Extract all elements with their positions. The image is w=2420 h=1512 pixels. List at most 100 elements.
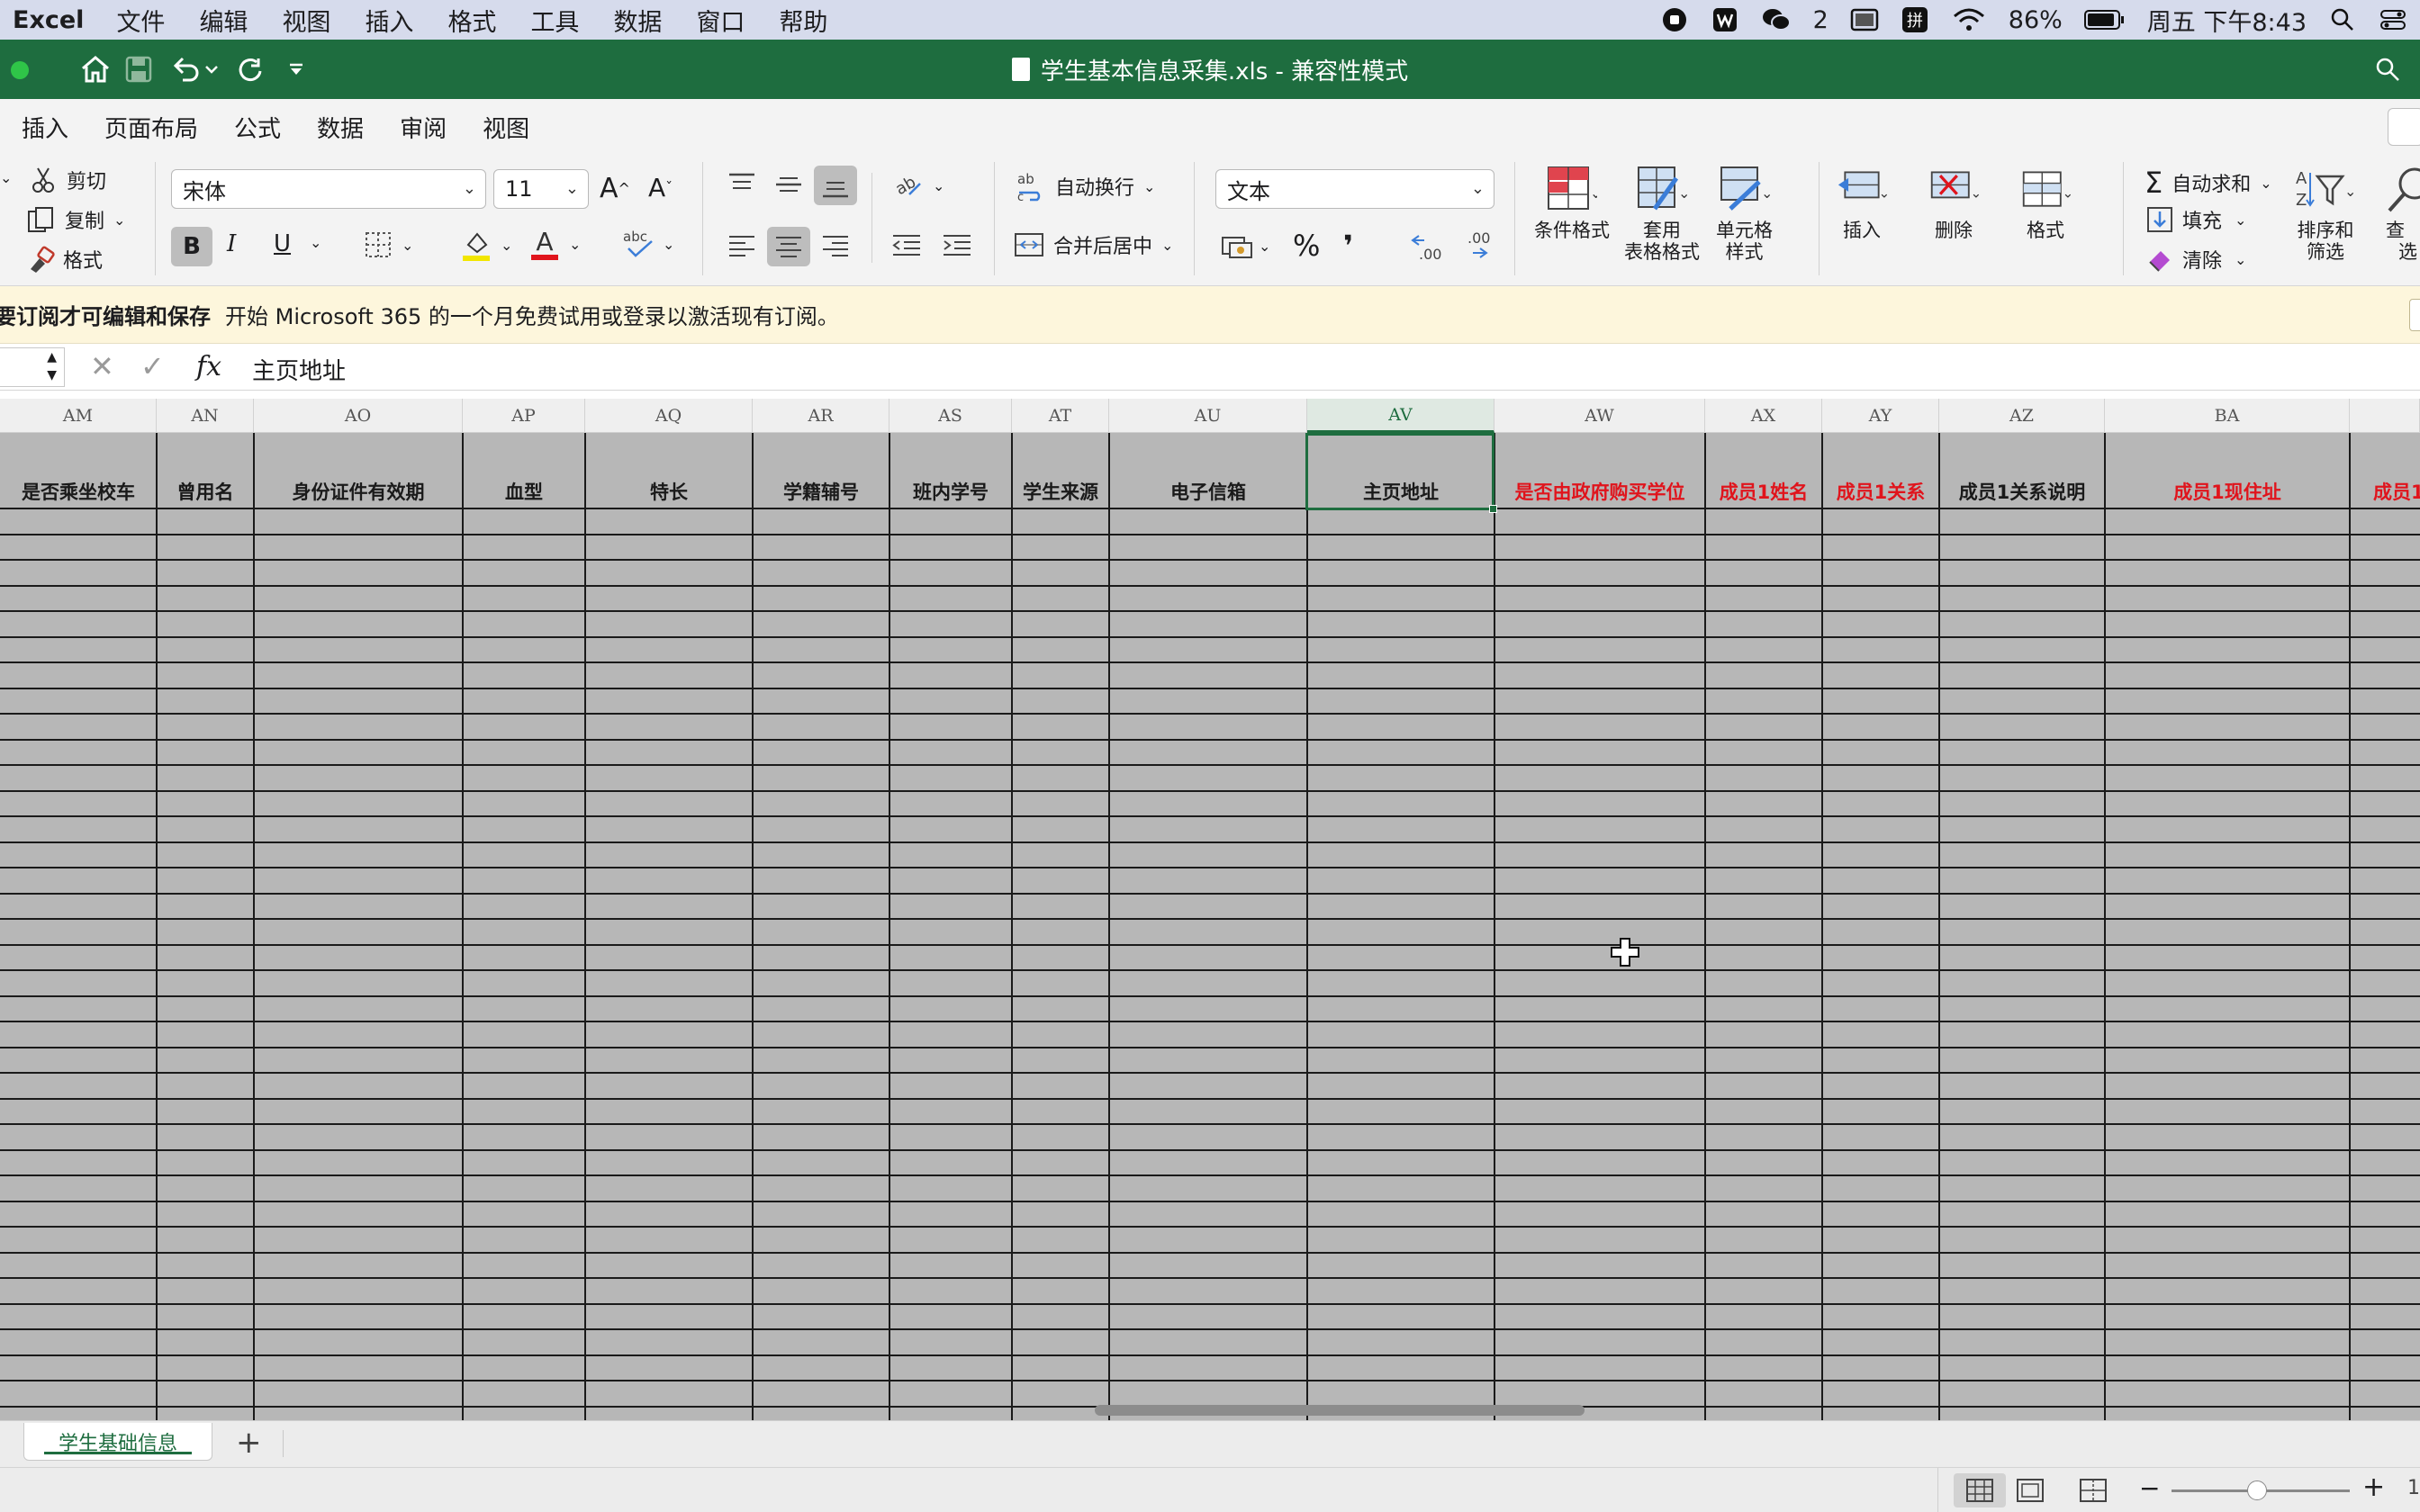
header-cell[interactable]: 成员1姓名 bbox=[1705, 433, 1822, 508]
column-header[interactable]: AS bbox=[889, 399, 1012, 433]
column-header[interactable]: AT bbox=[1012, 399, 1109, 433]
wps-icon[interactable] bbox=[1711, 7, 1739, 32]
zoom-level[interactable]: 1 bbox=[2407, 1477, 2420, 1499]
borders-icon[interactable]: ⌄ bbox=[364, 230, 413, 259]
horizontal-scrollbar[interactable] bbox=[1095, 1405, 1585, 1416]
tab-formulas[interactable]: 公式 bbox=[234, 111, 281, 144]
record-icon[interactable] bbox=[1660, 7, 1689, 32]
align-top-icon[interactable] bbox=[727, 171, 756, 198]
column-header[interactable]: AP bbox=[463, 399, 585, 433]
cancel-icon[interactable]: ✕ bbox=[90, 349, 114, 383]
column-header[interactable]: AW bbox=[1494, 399, 1705, 433]
chevron-down-icon[interactable]: ⌄ bbox=[310, 234, 321, 251]
page-break-view-icon[interactable] bbox=[2080, 1479, 2107, 1502]
underline-button[interactable]: U bbox=[274, 230, 291, 257]
header-cell[interactable]: 曾用名 bbox=[157, 433, 254, 508]
spreadsheet-grid[interactable]: AM AN AO AP AQ AR AS AT AU AV AW AX AY AZ BA 是否乘坐校车 曾用名… bbox=[0, 399, 2420, 1420]
sheet-tab[interactable]: 学生基础信息 bbox=[23, 1423, 212, 1461]
header-cell[interactable]: 成员1关系说明 bbox=[1939, 433, 2105, 508]
column-header[interactable]: AR bbox=[753, 399, 889, 433]
header-cell[interactable]: 特长 bbox=[585, 433, 753, 508]
control-center-icon[interactable] bbox=[2379, 7, 2407, 32]
align-bottom-icon[interactable] bbox=[814, 166, 857, 205]
tab-page-layout[interactable]: 页面布局 bbox=[104, 111, 198, 144]
column-header[interactable]: AX bbox=[1705, 399, 1822, 433]
battery-icon[interactable] bbox=[2083, 7, 2126, 32]
text-effects-icon[interactable]: abc ⌄ bbox=[621, 229, 674, 259]
add-sheet-button[interactable]: + bbox=[236, 1425, 262, 1461]
clock[interactable]: 周五 下午8:43 bbox=[2147, 3, 2307, 38]
confirm-icon[interactable]: ✓ bbox=[140, 349, 165, 383]
menu-window[interactable]: 窗口 bbox=[696, 3, 745, 38]
search-icon[interactable] bbox=[2370, 52, 2406, 86]
clear-button[interactable]: 清除 ⌄ bbox=[2146, 245, 2246, 274]
font-color-icon[interactable]: A ⌄ bbox=[529, 227, 581, 261]
tab-view[interactable]: 视图 bbox=[483, 111, 529, 144]
sort-filter-button[interactable]: A Z ⌄ 排序和 筛选 bbox=[2294, 166, 2357, 263]
menu-help[interactable]: 帮助 bbox=[779, 3, 827, 38]
conditional-formatting-button[interactable]: ⌄ 条件格式 bbox=[1534, 166, 1610, 241]
align-center-icon[interactable] bbox=[767, 227, 810, 266]
bold-button[interactable]: B bbox=[171, 227, 212, 266]
paste-dropdown-icon[interactable]: ⌄ bbox=[0, 169, 12, 186]
accounting-format-icon[interactable]: ⌄ bbox=[1221, 232, 1270, 259]
menu-edit[interactable]: 编辑 bbox=[199, 3, 248, 38]
autosum-button[interactable]: Σ 自动求和 ⌄ bbox=[2145, 166, 2272, 200]
align-right-icon[interactable] bbox=[821, 232, 850, 259]
cut-button[interactable]: 剪切 bbox=[31, 166, 106, 194]
header-cell[interactable]: 成员1关系 bbox=[1822, 433, 1939, 508]
tab-insert[interactable]: 插入 bbox=[22, 111, 68, 144]
notice-action-icon[interactable] bbox=[2409, 299, 2420, 331]
wechat-icon[interactable] bbox=[1761, 7, 1792, 32]
menu-data[interactable]: 数据 bbox=[613, 3, 662, 38]
share-icon[interactable] bbox=[2388, 108, 2420, 146]
formula-input[interactable]: 主页地址 bbox=[252, 353, 346, 386]
italic-button[interactable]: I bbox=[227, 230, 236, 257]
column-header[interactable]: AV bbox=[1307, 399, 1494, 433]
increase-decimal-icon[interactable]: .00 bbox=[1410, 230, 1444, 261]
align-left-icon[interactable] bbox=[727, 232, 756, 259]
column-header[interactable]: AQ bbox=[585, 399, 753, 433]
column-header[interactable]: AY bbox=[1822, 399, 1939, 433]
fill-button[interactable]: 填充 ⌄ bbox=[2146, 205, 2246, 234]
insert-cells-button[interactable]: ⌄ 插入 bbox=[1837, 166, 1887, 241]
column-header[interactable]: AN bbox=[157, 399, 254, 433]
tab-data[interactable]: 数据 bbox=[317, 111, 364, 144]
header-cell[interactable]: 班内学号 bbox=[889, 433, 1012, 508]
zoom-slider-handle[interactable] bbox=[2247, 1480, 2267, 1500]
zoom-in-button[interactable]: + bbox=[2362, 1472, 2385, 1503]
menu-format[interactable]: 格式 bbox=[447, 3, 496, 38]
decrease-font-size-icon[interactable]: Aˇ bbox=[648, 173, 673, 202]
column-header[interactable]: AU bbox=[1109, 399, 1307, 433]
header-cell[interactable]: 是否由政府购买学位 bbox=[1494, 433, 1705, 508]
app-menu[interactable]: Excel bbox=[13, 6, 84, 34]
number-format-select[interactable]: 文本 ⌄ bbox=[1215, 169, 1494, 209]
menu-tools[interactable]: 工具 bbox=[530, 3, 579, 38]
find-select-button[interactable]: 查 选 bbox=[2386, 166, 2420, 263]
cells-area[interactable]: 是否乘坐校车 曾用名 身份证件有效期 血型 特长 学籍辅号 班内学号 学生来源 电子信箱 主页地址… bbox=[0, 433, 2420, 1420]
format-cells-button[interactable]: ⌄ 格式 bbox=[2020, 166, 2071, 241]
header-cell[interactable]: 身份证件有效期 bbox=[254, 433, 463, 508]
header-cell[interactable]: 成员1 bbox=[2350, 433, 2420, 508]
menu-view[interactable]: 视图 bbox=[282, 3, 330, 38]
header-cell[interactable]: 电子信箱 bbox=[1109, 433, 1307, 508]
header-cell[interactable]: 是否乘坐校车 bbox=[0, 433, 157, 508]
merge-center-button[interactable]: 合并后居中 ⌄ bbox=[1014, 230, 1173, 259]
font-name-select[interactable]: 宋体 ⌄ bbox=[171, 169, 486, 209]
column-header[interactable]: BA bbox=[2105, 399, 2350, 433]
normal-view-icon[interactable] bbox=[1966, 1479, 1993, 1502]
menu-file[interactable]: 文件 bbox=[116, 3, 165, 38]
header-cell[interactable]: 学籍辅号 bbox=[753, 433, 889, 508]
font-size-select[interactable]: 11 ⌄ bbox=[493, 169, 589, 209]
column-header[interactable]: AM bbox=[0, 399, 157, 433]
format-as-table-button[interactable]: ⌄ 套用 表格格式 bbox=[1624, 166, 1700, 263]
name-box[interactable]: ▲ ▼ bbox=[0, 347, 65, 387]
align-middle-icon[interactable] bbox=[774, 171, 803, 198]
insert-function-icon[interactable]: fx bbox=[196, 351, 221, 382]
increase-indent-icon[interactable] bbox=[942, 232, 972, 259]
header-cell[interactable]: 学生来源 bbox=[1012, 433, 1109, 508]
input-method-icon[interactable]: 拼 bbox=[1901, 7, 1929, 32]
wrap-text-button[interactable]: ab c 自动换行 ⌄ bbox=[1016, 171, 1155, 202]
tab-review[interactable]: 审阅 bbox=[400, 111, 447, 144]
orientation-icon[interactable]: ab ⌄ bbox=[891, 171, 944, 200]
